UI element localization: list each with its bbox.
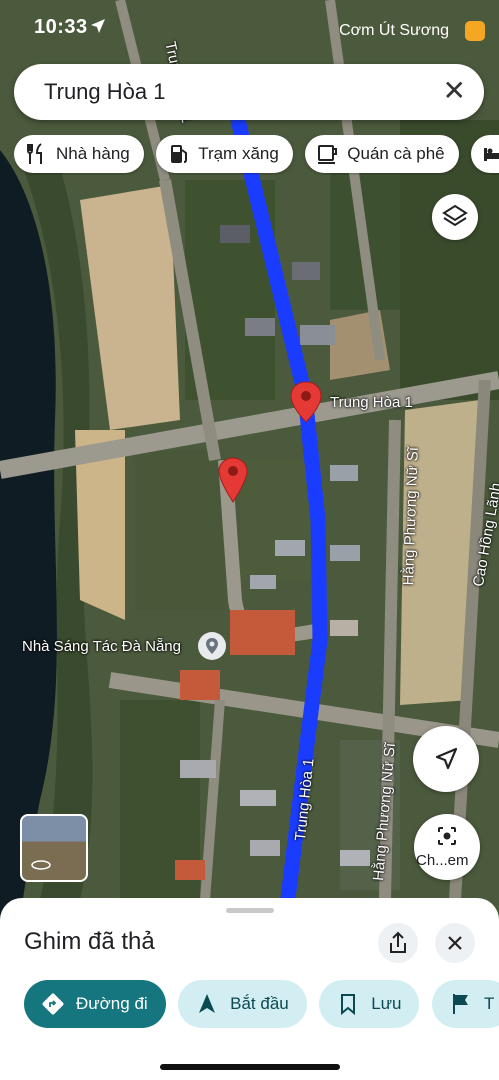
close-icon[interactable]: ✕ <box>443 76 466 106</box>
lens-label: Ch...em <box>416 852 469 869</box>
pin-label: Trung Hòa 1 <box>330 394 413 411</box>
flag-label: T <box>483 994 495 1013</box>
directions-icon <box>40 991 66 1017</box>
coffee-icon <box>315 141 341 167</box>
location-arrow-icon <box>90 18 106 39</box>
save-button[interactable]: Lưu <box>319 980 420 1028</box>
my-location-button[interactable] <box>413 726 479 792</box>
category-chips: Nhà hàng Trạm xăng Quán cà phê <box>14 135 499 175</box>
layers-button[interactable] <box>432 194 478 240</box>
status-carrier: Cơm Út Sương <box>339 22 449 39</box>
poi-label[interactable]: Nhà Sáng Tác Đà Nẵng <box>22 638 181 655</box>
sheet-handle[interactable] <box>226 908 274 913</box>
status-bar: 10:33 Cơm Út Sương <box>0 0 499 56</box>
search-query[interactable]: Trung Hòa 1 <box>44 79 165 105</box>
start-label: Bắt đầu <box>230 994 289 1013</box>
restaurant-icon <box>24 141 50 167</box>
directions-button[interactable]: Đường đi <box>24 980 166 1028</box>
action-buttons: Đường đi Bắt đầu Lưu T <box>24 980 499 1030</box>
chip-hotel[interactable] <box>471 135 499 173</box>
poi-marker-icon[interactable] <box>198 632 226 660</box>
close-sheet-button[interactable] <box>435 923 475 963</box>
navigation-arrow-icon <box>194 991 220 1017</box>
chip-label: Trạm xăng <box>198 144 279 163</box>
share-button[interactable] <box>378 923 418 963</box>
search-bar[interactable]: Trung Hòa 1 ✕ <box>14 64 484 120</box>
bookmark-icon <box>335 991 361 1017</box>
status-time: 10:33 <box>34 16 88 38</box>
share-icon <box>378 931 418 967</box>
home-indicator[interactable] <box>160 1064 340 1070</box>
gas-station-icon <box>166 141 192 167</box>
sheet-title: Ghim đã thả <box>24 928 155 955</box>
route-pin-icon[interactable] <box>289 380 323 429</box>
flag-icon <box>448 991 474 1017</box>
lens-button[interactable]: Ch...em <box>414 814 480 880</box>
chip-label: Quán cà phê <box>347 144 445 163</box>
bottom-sheet[interactable]: Ghim đã thả Đường đi Bắt đầu Lưu T <box>0 898 499 1080</box>
navigation-arrow-icon <box>413 747 479 796</box>
close-icon <box>435 936 475 967</box>
dropped-pin-icon[interactable] <box>217 456 249 509</box>
street-view-thumbnail[interactable] <box>20 814 88 882</box>
save-label: Lưu <box>371 994 402 1013</box>
rotate-360-icon <box>30 858 52 877</box>
chip-label: Nhà hàng <box>56 144 130 163</box>
chip-coffee[interactable]: Quán cà phê <box>305 135 459 173</box>
hotel-icon <box>481 141 499 167</box>
chip-restaurant[interactable]: Nhà hàng <box>14 135 144 173</box>
chip-gas-station[interactable]: Trạm xăng <box>156 135 293 173</box>
camera-lens-icon <box>435 824 459 853</box>
flag-button[interactable]: T <box>431 980 499 1028</box>
directions-label: Đường đi <box>76 994 148 1013</box>
start-button[interactable]: Bắt đầu <box>178 980 307 1028</box>
app-badge-icon <box>465 21 485 41</box>
layers-icon <box>432 204 478 244</box>
